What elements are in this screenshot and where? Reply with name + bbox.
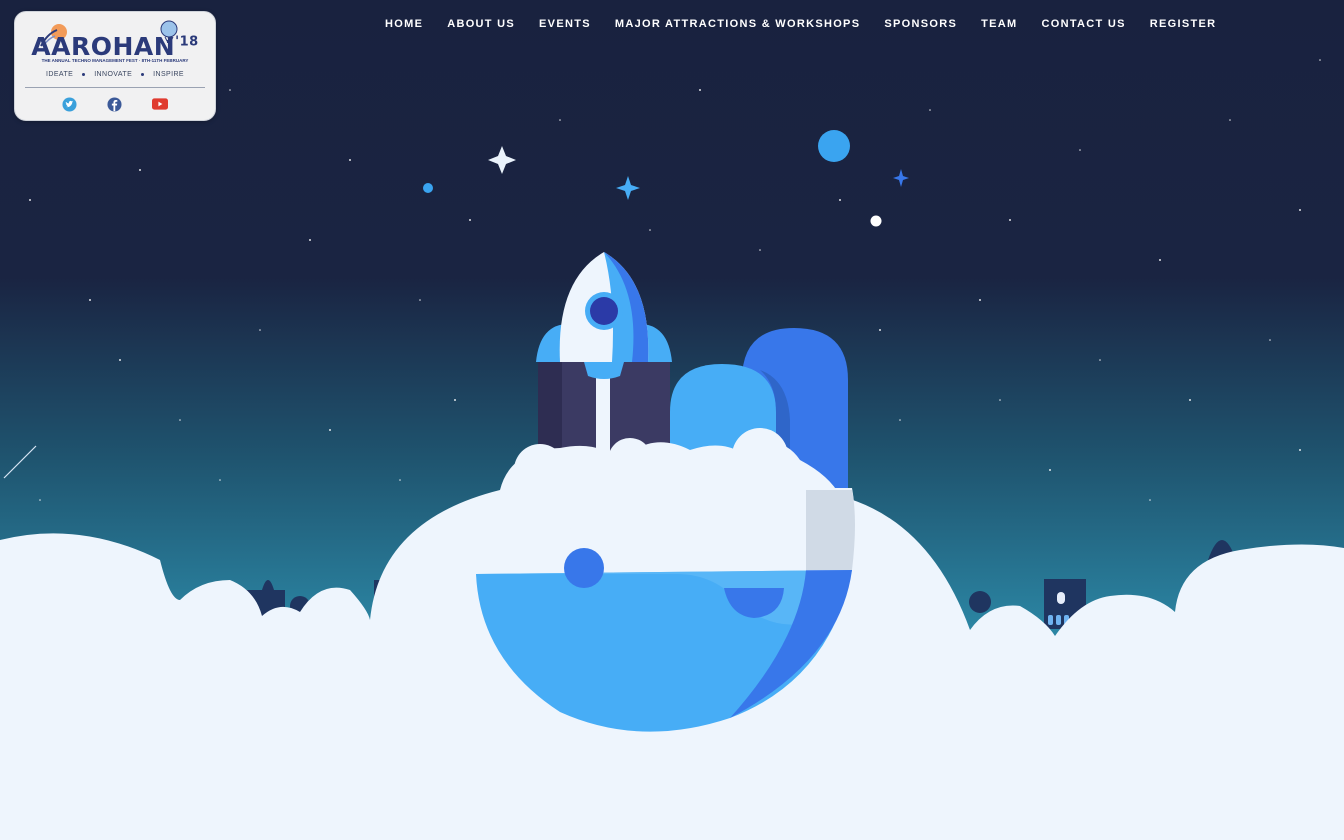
twitter-link[interactable] [62,96,78,112]
nav-major-attractions[interactable]: MAJOR ATTRACTIONS & WORKSHOPS [603,18,872,30]
orb-white [870,215,882,227]
brand-tagline: IDEATE INNOVATE INSPIRE [46,71,184,78]
orb-large [818,130,850,162]
social-links [15,96,215,112]
nav-team[interactable]: TEAM [969,18,1029,30]
main-nav: HOME ABOUT US EVENTS MAJOR ATTRACTIONS &… [373,16,1228,32]
bowl-eye [564,548,604,588]
hero-illustration [0,0,1344,840]
nav-events[interactable]: EVENTS [527,18,603,30]
brand-subtitle: THE ANNUAL TECHNO MANAGEMENT FEST · 8TH-… [41,58,189,63]
bullet-dot [82,72,86,76]
nav-home[interactable]: HOME [373,18,435,30]
nav-sponsors[interactable]: SPONSORS [872,18,969,30]
logo-card[interactable]: AAROHAN'18 THE ANNUAL TECHNO MANAGEMENT … [14,11,216,121]
facebook-link[interactable] [107,96,123,112]
divider [25,87,205,88]
nav-register[interactable]: REGISTER [1138,18,1229,30]
brand-name: AAROHAN'18 [31,32,199,61]
orb-small [423,183,433,193]
nav-contact-us[interactable]: CONTACT US [1029,18,1137,30]
youtube-icon [152,98,169,110]
facebook-icon [107,96,123,112]
youtube-link[interactable] [152,97,169,111]
bullet-dot [141,72,145,76]
nav-about-us[interactable]: ABOUT US [435,18,527,30]
twitter-icon [62,96,77,112]
